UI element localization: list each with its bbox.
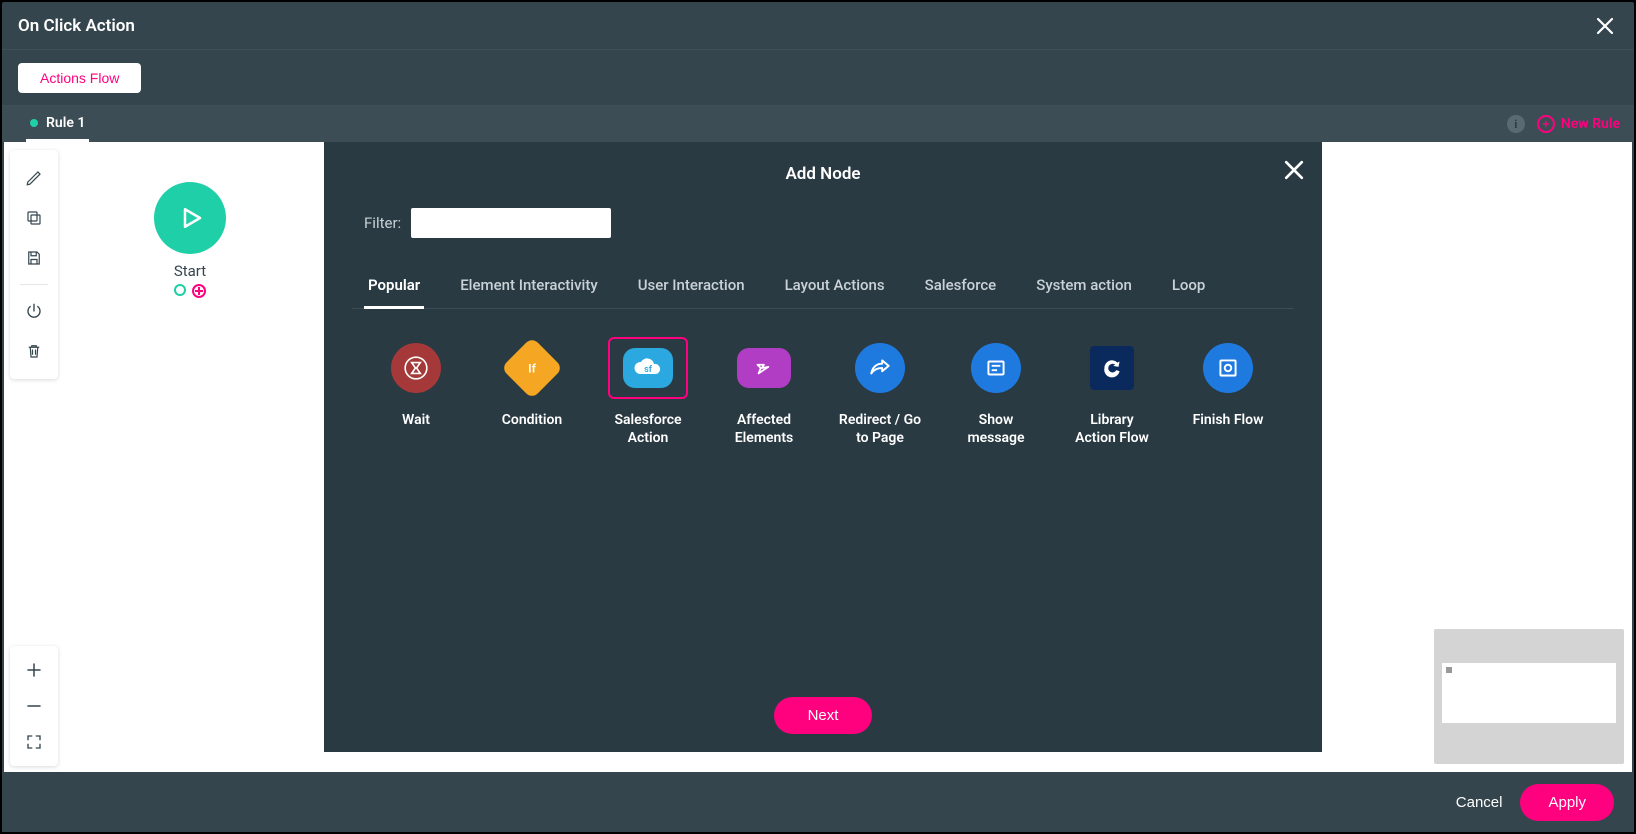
canvas-zoom-toolbar (10, 646, 58, 766)
node-option-diamond[interactable]: If Condition (476, 337, 588, 687)
node-option-label: Condition (502, 411, 563, 429)
node-option-finish[interactable]: Finish Flow (1172, 337, 1284, 687)
fullscreen-icon[interactable] (16, 724, 52, 760)
diamond-icon: If (501, 337, 563, 399)
message-icon (971, 343, 1021, 393)
rule-status-dot (30, 119, 38, 127)
tab-layout-actions[interactable]: Layout Actions (781, 266, 889, 308)
panel-title: Add Node (352, 164, 1294, 184)
start-node[interactable]: Start (154, 182, 226, 298)
start-node-label: Start (174, 262, 206, 280)
rule-bar: Rule 1 i + New Rule (2, 106, 1634, 142)
zoom-out-icon[interactable] (16, 688, 52, 724)
close-icon[interactable] (1280, 156, 1308, 184)
sub-header: Actions Flow (2, 50, 1634, 106)
node-option-label: Wait (402, 411, 430, 429)
on-click-action-modal: On Click Action Actions Flow Rule 1 i + … (2, 2, 1634, 832)
zoom-in-icon[interactable] (16, 652, 52, 688)
node-grid: Wait If Condition sf Salesforce Action Affect… (352, 309, 1294, 687)
svg-text:sf: sf (644, 365, 653, 375)
node-option-share[interactable]: Redirect / Go to Page (824, 337, 936, 687)
plus-circle-icon: + (1537, 115, 1555, 133)
flow-canvas[interactable]: Start Add Node Filter: Popular Element In… (4, 142, 1632, 772)
rule-tab-active[interactable]: Rule 1 (26, 106, 89, 142)
tab-system-action[interactable]: System action (1032, 266, 1136, 308)
tab-loop[interactable]: Loop (1168, 266, 1210, 308)
rule-bar-actions: i + New Rule (1507, 115, 1620, 133)
node-option-hourglass[interactable]: Wait (360, 337, 472, 687)
filter-input[interactable] (411, 208, 611, 238)
node-category-tabs: Popular Element Interactivity User Interac… (352, 266, 1294, 309)
cloud-sf-icon: sf (608, 337, 688, 399)
node-option-message[interactable]: Show message (940, 337, 1052, 687)
copy-icon[interactable] (16, 198, 52, 238)
cancel-button[interactable]: Cancel (1456, 794, 1503, 811)
refresh-icon (1090, 346, 1134, 390)
node-option-label: Salesforce Action (614, 411, 681, 447)
modal-title: On Click Action (18, 16, 135, 36)
node-option-refresh[interactable]: Library Action Flow (1056, 337, 1168, 687)
share-icon (855, 343, 905, 393)
minimap-node-marker (1446, 667, 1452, 673)
finish-icon (1203, 343, 1253, 393)
canvas-left-toolbar (10, 150, 58, 379)
node-option-label: Affected Elements (735, 411, 793, 447)
minimap-viewport (1442, 663, 1616, 723)
start-node-status-icons (174, 284, 206, 298)
tab-popular[interactable]: Popular (364, 266, 424, 309)
node-option-sparkle[interactable]: Affected Elements (708, 337, 820, 687)
node-option-label: Redirect / Go to Page (839, 411, 921, 447)
sparkle-icon (737, 348, 791, 388)
modal-header: On Click Action (2, 2, 1634, 50)
toolbar-separator (20, 284, 49, 285)
trash-icon[interactable] (16, 331, 52, 371)
tab-user-interaction[interactable]: User Interaction (634, 266, 749, 308)
apply-button[interactable]: Apply (1520, 784, 1614, 821)
next-button[interactable]: Next (774, 697, 873, 734)
filter-label: Filter: (364, 214, 401, 232)
node-option-label: Show message (967, 411, 1024, 447)
rule-tab-label: Rule 1 (46, 115, 85, 131)
new-rule-label: New Rule (1561, 116, 1620, 132)
svg-text:If: If (528, 361, 536, 375)
save-icon[interactable] (16, 238, 52, 278)
node-option-cloud-sf[interactable]: sf Salesforce Action (592, 337, 704, 687)
close-icon[interactable] (1592, 13, 1618, 39)
edit-icon[interactable] (16, 158, 52, 198)
hourglass-icon (391, 343, 441, 393)
add-circle-icon[interactable] (192, 284, 206, 298)
modal-footer: Cancel Apply (2, 772, 1634, 832)
tab-salesforce[interactable]: Salesforce (921, 266, 1001, 308)
node-option-label: Finish Flow (1193, 411, 1264, 429)
tab-element-interactivity[interactable]: Element Interactivity (456, 266, 602, 308)
filter-row: Filter: (352, 208, 1294, 238)
status-circle-icon (174, 284, 186, 296)
power-icon[interactable] (16, 291, 52, 331)
new-rule-button[interactable]: + New Rule (1537, 115, 1620, 133)
next-button-row: Next (352, 687, 1294, 734)
info-icon[interactable]: i (1507, 115, 1525, 133)
play-icon (154, 182, 226, 254)
node-option-label: Library Action Flow (1075, 411, 1149, 447)
canvas-minimap[interactable] (1434, 629, 1624, 764)
actions-flow-button[interactable]: Actions Flow (18, 63, 141, 93)
add-node-panel: Add Node Filter: Popular Element Interact… (324, 142, 1322, 752)
